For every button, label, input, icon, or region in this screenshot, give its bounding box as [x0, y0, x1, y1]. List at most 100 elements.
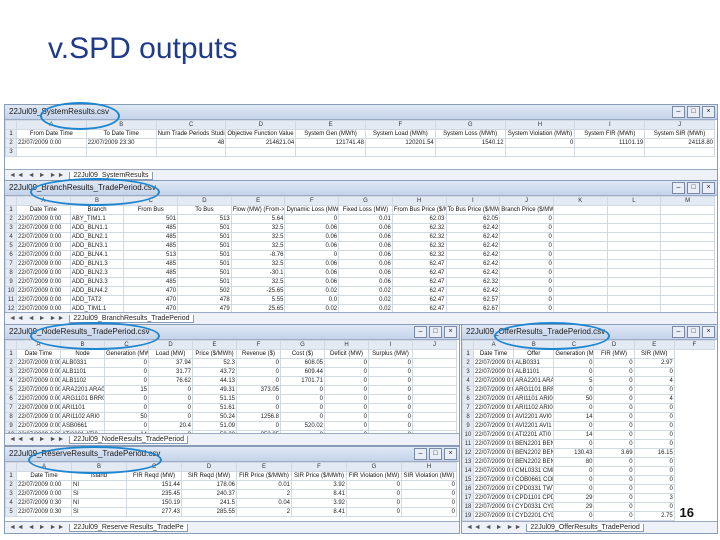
row-number[interactable]: 11 — [462, 439, 474, 449]
cell[interactable] — [606, 232, 662, 242]
row-number[interactable]: 15 — [462, 475, 474, 485]
cell[interactable] — [660, 268, 715, 278]
cell[interactable]: 0 — [368, 412, 413, 422]
column-letter[interactable]: H — [504, 120, 576, 130]
cell[interactable]: 0.06 — [284, 277, 340, 287]
cell[interactable]: 62.47 — [391, 259, 447, 269]
cell[interactable] — [364, 147, 436, 157]
cell[interactable]: 120201.54 — [364, 138, 436, 148]
cell[interactable]: 2.97 — [633, 358, 675, 368]
cell[interactable]: From Bus Price ($/MWh) — [391, 205, 447, 215]
cell[interactable]: ADD_BLN4.1 — [69, 250, 125, 260]
column-letter[interactable]: I — [574, 120, 646, 130]
cell[interactable]: 609.44 — [280, 367, 325, 377]
cell[interactable] — [412, 412, 457, 422]
cell[interactable]: 62.42 — [445, 223, 501, 233]
cell[interactable]: 485 — [123, 268, 179, 278]
cell[interactable]: ASB0661 — [60, 421, 105, 431]
cell[interactable]: Num Trade Periods Studied — [155, 129, 227, 139]
cell[interactable]: 485 — [123, 223, 179, 233]
cell[interactable] — [660, 232, 715, 242]
cell[interactable]: System Gen (MWh) — [295, 129, 366, 139]
cell[interactable]: 32.5 — [230, 241, 286, 251]
cell[interactable] — [660, 205, 715, 215]
column-letter[interactable]: D — [148, 340, 193, 350]
cell[interactable]: 62.42 — [445, 286, 501, 296]
cell[interactable] — [552, 268, 608, 278]
cell[interactable]: 5.64 — [230, 214, 286, 224]
cell[interactable]: 0 — [633, 367, 675, 377]
cell[interactable]: 22/07/2009 0:00 — [16, 250, 71, 260]
cell[interactable]: 0 — [593, 457, 635, 467]
cell[interactable]: 3.69 — [593, 448, 635, 458]
cell[interactable] — [606, 286, 662, 296]
cell[interactable]: 0 — [553, 439, 595, 449]
cell[interactable]: 0.02 — [284, 286, 340, 296]
cell[interactable]: 31.77 — [148, 367, 193, 377]
column-letter[interactable]: D — [177, 196, 232, 206]
cell[interactable]: 62.47 — [391, 295, 447, 305]
cell[interactable]: 513 — [177, 214, 232, 224]
row-number[interactable]: 4 — [5, 232, 17, 242]
column-letter[interactable]: A — [16, 462, 72, 472]
sheet-nav-arrows-icon[interactable]: ◄◄ ◄ ► ►► — [9, 315, 65, 322]
cell[interactable]: 22/07/2009 0:30 — [16, 507, 72, 517]
maximize-icon[interactable]: □ — [429, 326, 442, 338]
cell[interactable]: 0.04 — [236, 498, 292, 508]
column-letter[interactable]: J — [412, 340, 457, 350]
sheet-tab[interactable]: 22Jul09_NodeResults_TradePeriod — [69, 436, 189, 444]
spreadsheet-table[interactable]: A B C D E F G H I J 1 Date Time Node Generation (MW) L… — [5, 340, 457, 445]
cell[interactable] — [660, 286, 715, 296]
minimize-icon[interactable]: – — [414, 448, 427, 460]
column-letter[interactable]: C — [155, 120, 227, 130]
cell[interactable] — [434, 147, 506, 157]
cell[interactable]: ATI2201 ATI0 — [513, 430, 555, 440]
cell[interactable]: Load (MW) — [148, 349, 193, 359]
row-number[interactable]: 12 — [462, 448, 474, 458]
cell[interactable]: 0 — [104, 376, 149, 386]
cell[interactable]: 0 — [553, 367, 595, 377]
column-letter[interactable]: E — [295, 120, 366, 130]
cell[interactable]: 22/07/2009 0:00 — [16, 421, 61, 431]
cell[interactable]: 50 — [553, 394, 595, 404]
cell[interactable]: 29 — [553, 502, 595, 512]
column-letter[interactable]: D — [181, 462, 237, 472]
column-letter[interactable]: I — [445, 196, 501, 206]
cell[interactable]: 0 — [593, 412, 635, 422]
cell[interactable] — [574, 147, 646, 157]
cell[interactable]: 22/07/2009 0:00 — [472, 493, 515, 503]
cell[interactable]: 501 — [177, 250, 232, 260]
cell[interactable]: ARI1102 ARI0 — [513, 403, 555, 413]
cell[interactable] — [552, 286, 608, 296]
cell[interactable]: 0 — [499, 241, 554, 251]
cell[interactable]: 0 — [368, 367, 413, 377]
cell[interactable] — [606, 205, 662, 215]
cell[interactable]: ABY_TIM1.1 — [69, 214, 125, 224]
cell[interactable]: FIR Violation (MW) — [346, 471, 402, 481]
cell[interactable] — [295, 147, 366, 157]
cell[interactable]: Surplus (MW) — [368, 349, 413, 359]
row-number[interactable]: 8 — [462, 412, 474, 422]
cell[interactable] — [412, 349, 457, 359]
cell[interactable]: 0 — [280, 403, 325, 413]
cell[interactable]: 0 — [401, 498, 457, 508]
cell[interactable]: 130.43 — [553, 448, 595, 458]
cell[interactable]: ARA2201 ARA0 — [513, 376, 555, 386]
cell[interactable]: 373.05 — [236, 385, 281, 395]
cell[interactable]: 0 — [633, 466, 675, 476]
cell[interactable] — [85, 147, 157, 157]
cell[interactable]: 0 — [104, 367, 149, 377]
column-letter[interactable]: B — [60, 340, 105, 350]
cell[interactable]: 22/07/2009 0:00 — [472, 412, 515, 422]
spreadsheet-table[interactable]: A B C D E F G H I J K L M 1 Date Time Branch From Bus To … — [5, 196, 715, 314]
cell[interactable]: 0.06 — [338, 232, 393, 242]
cell[interactable]: 0 — [401, 507, 457, 517]
cell[interactable]: 0 — [324, 385, 369, 395]
cell[interactable]: 22/07/2009 0:00 — [472, 511, 515, 521]
cell[interactable]: 0 — [593, 493, 635, 503]
cell[interactable] — [660, 214, 715, 224]
cell[interactable]: 22/07/2009 0:00 — [472, 484, 515, 494]
column-letter[interactable]: J — [499, 196, 554, 206]
cell[interactable]: 16.15 — [633, 448, 675, 458]
cell[interactable]: 11101.19 — [574, 138, 646, 148]
